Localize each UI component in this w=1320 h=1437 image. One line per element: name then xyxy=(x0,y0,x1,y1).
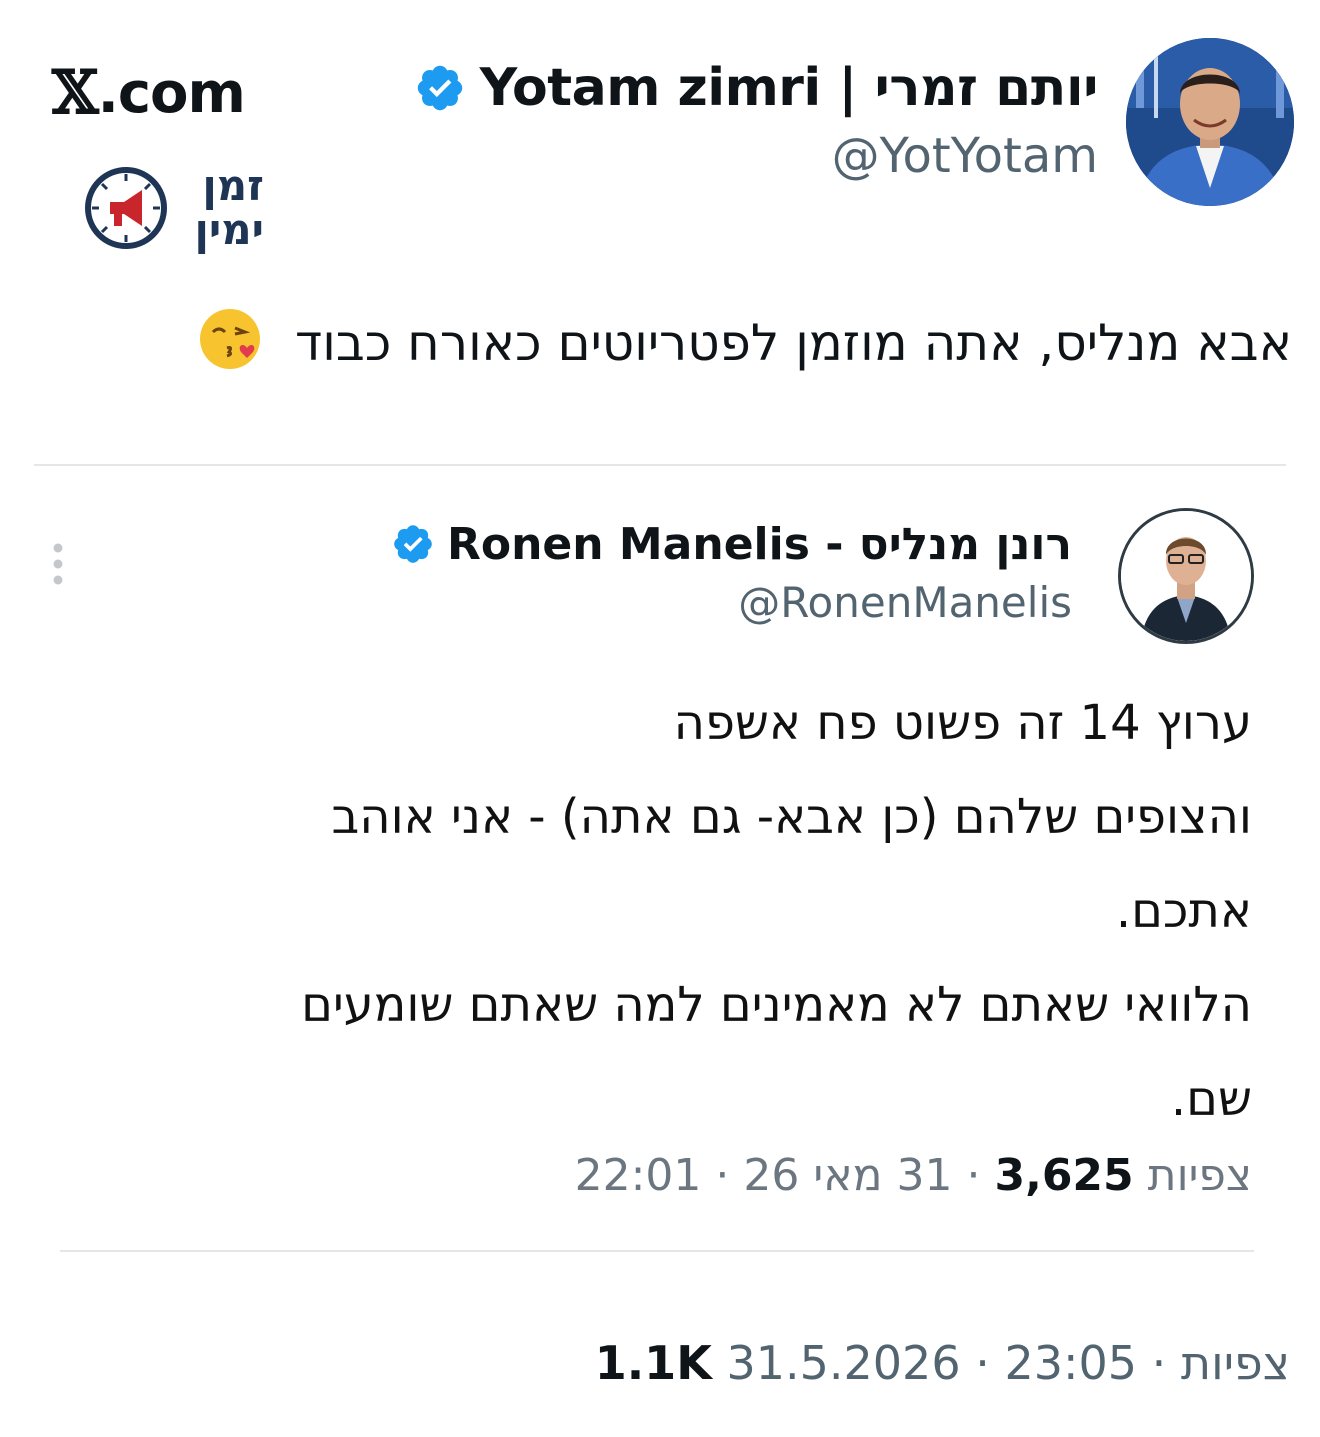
outer-author-name: Yotam zimri | יותם זמרי xyxy=(479,58,1099,118)
quoted-text-line: הלוואי שאתם לא מאמינים למה שאתם שומעים xyxy=(301,977,1252,1033)
quoted-text-line: אתכם. xyxy=(1115,883,1252,939)
meta-separator: · xyxy=(701,1150,730,1201)
x-com-watermark: 𝕏 .com xyxy=(52,58,246,128)
outer-tweet-body: אבא מנליס, אתה מוזמן לפטריוטים כאורח כבו… xyxy=(295,314,1292,372)
channel-logo: זמן ימין xyxy=(84,162,264,258)
quoted-date[interactable]: 31 מאי 26 xyxy=(743,1150,952,1201)
quoted-views-label: צפיות xyxy=(1147,1150,1252,1201)
avatar-photo-icon xyxy=(1121,511,1251,641)
outer-date[interactable]: 31.5.2026 xyxy=(726,1336,960,1390)
outer-tweet-text: אבא מנליס, אתה מוזמן לפטריוטים כאורח כבו… xyxy=(32,306,1292,372)
channel-logo-line1: זמן xyxy=(202,161,264,210)
quoted-text-line: שם. xyxy=(1170,1071,1252,1127)
outer-views-count: 1.1K xyxy=(594,1336,712,1390)
outer-views-label: צפיות xyxy=(1180,1336,1290,1390)
meta-separator: · xyxy=(960,1336,990,1390)
verified-badge-icon xyxy=(417,65,462,111)
outer-tweet-meta: 1.1K צפיות · 23:05 · 31.5.2026 xyxy=(595,1336,1290,1390)
quoted-text-line: ערוץ 14 זה פשוט פח אשפה xyxy=(673,695,1252,751)
outer-author-name-row[interactable]: Yotam zimri | יותם זמרי xyxy=(414,56,1099,120)
meta-separator: · xyxy=(952,1150,981,1201)
clock-megaphone-icon xyxy=(85,167,167,249)
quoted-author-avatar[interactable] xyxy=(1118,508,1254,644)
quoted-text-line: והצופים שלהם (כן אבא- גם אתה) - אני אוהב xyxy=(331,789,1252,845)
outer-author-avatar[interactable] xyxy=(1126,38,1294,206)
avatar-photo-icon xyxy=(1126,38,1294,206)
quoted-tweet-meta: צפיות 3,625 · 31 מאי 26 · 22:01 xyxy=(575,1150,1252,1201)
x-logo-icon: 𝕏 xyxy=(52,58,99,128)
verified-badge-icon xyxy=(394,525,432,563)
quoted-tweet-text: ערוץ 14 זה פשוט פח אשפה והצופים שלהם (כן… xyxy=(52,676,1252,1146)
quoted-author-name-row[interactable]: Ronen Manelis - רונן מנליס xyxy=(391,516,1072,572)
quoted-views-count: 3,625 xyxy=(994,1150,1134,1201)
site-domain: .com xyxy=(97,60,246,126)
outer-author-handle[interactable]: @YotYotam xyxy=(832,128,1098,184)
outer-time[interactable]: 23:05 xyxy=(1004,1336,1137,1390)
quoted-author-handle[interactable]: @RonenManelis xyxy=(738,578,1072,627)
meta-separator: · xyxy=(1137,1336,1167,1390)
quoted-author-name: Ronen Manelis - רונן מנליס xyxy=(446,518,1072,570)
quote-bottom-divider xyxy=(60,1250,1254,1252)
face-blowing-kiss-icon xyxy=(200,309,261,369)
more-options-icon[interactable] xyxy=(50,540,66,588)
quote-top-divider xyxy=(34,464,1286,466)
quoted-time[interactable]: 22:01 xyxy=(575,1150,702,1201)
channel-logo-line2: ימין xyxy=(194,205,264,254)
